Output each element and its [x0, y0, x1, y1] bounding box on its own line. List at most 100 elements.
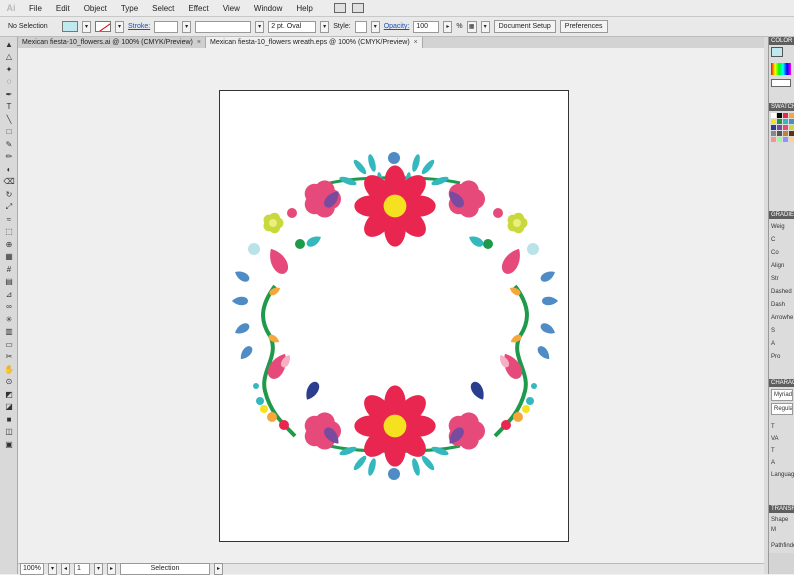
- kerning-icon[interactable]: VA: [771, 433, 792, 445]
- opacity-dropdown[interactable]: ▸: [443, 20, 453, 33]
- style-swatch[interactable]: [354, 20, 367, 33]
- swatch[interactable]: [789, 131, 794, 136]
- eraser-tool-icon[interactable]: ⌫: [3, 177, 15, 187]
- teal-drop[interactable]: [305, 233, 323, 248]
- tulip-right[interactable]: [499, 245, 526, 277]
- eyedropper-tool-icon[interactable]: ⊿: [3, 289, 15, 299]
- teal-leaf[interactable]: [367, 457, 378, 476]
- scale-tool-icon[interactable]: ⤢: [3, 202, 15, 212]
- tab-flowers-wreath-eps[interactable]: Mexican fiesta-10_flowers wreath.eps @ 1…: [205, 37, 423, 48]
- variable-width-field[interactable]: [195, 20, 252, 33]
- blue-drop-left[interactable]: [238, 344, 255, 362]
- swatch[interactable]: [783, 125, 788, 130]
- small-pink-dot[interactable]: [493, 208, 503, 218]
- color-panel-header[interactable]: COLOR: [769, 37, 794, 45]
- bottom-flower-center[interactable]: [383, 414, 407, 438]
- direct-selection-tool-icon[interactable]: △: [3, 52, 15, 62]
- vertical-scale-icon[interactable]: T: [771, 445, 792, 457]
- teal-leaf[interactable]: [420, 454, 436, 472]
- screen-mode-tool-icon[interactable]: ▣: [3, 439, 15, 449]
- fill-swatch[interactable]: [62, 21, 78, 32]
- line-segment-tool-icon[interactable]: ╲: [3, 114, 15, 124]
- swatch[interactable]: [783, 113, 788, 118]
- swatches-panel-header[interactable]: SWATCHES: [769, 103, 794, 111]
- preferences-button[interactable]: Preferences: [559, 20, 608, 33]
- perspective-grid-tool-icon[interactable]: ▦: [3, 252, 15, 262]
- swatch[interactable]: [789, 119, 794, 124]
- transform-panel-header[interactable]: TRANSFORM: [769, 505, 794, 513]
- artboard[interactable]: [219, 90, 569, 542]
- blue-drop-left[interactable]: [232, 296, 248, 306]
- shape-builder-tool-icon[interactable]: ⊕: [3, 239, 15, 249]
- zoom-field[interactable]: 100%: [20, 563, 44, 575]
- menu-file[interactable]: File: [22, 0, 49, 17]
- swatch[interactable]: [789, 137, 794, 142]
- fill-dropdown[interactable]: ▾: [82, 20, 91, 33]
- blue-drop-right[interactable]: [542, 296, 558, 306]
- dashed-line-checkbox[interactable]: Dashed: [771, 286, 792, 299]
- selection-tool-icon[interactable]: ▲: [3, 39, 15, 49]
- teal-drop[interactable]: [467, 233, 485, 248]
- stroke-label[interactable]: Stroke:: [128, 23, 150, 30]
- opacity-field[interactable]: 100: [413, 20, 440, 33]
- small-orange-dot[interactable]: [267, 412, 277, 422]
- tiny-teal-dot[interactable]: [253, 383, 259, 389]
- menu-edit[interactable]: Edit: [49, 0, 77, 17]
- menu-type[interactable]: Type: [114, 0, 145, 17]
- top-flower-center[interactable]: [383, 194, 407, 218]
- rectangle-tool-icon[interactable]: □: [3, 127, 15, 137]
- blob-brush-tool-icon[interactable]: ◐: [3, 164, 15, 174]
- small-orange-dot[interactable]: [513, 412, 523, 422]
- swatch[interactable]: [777, 131, 782, 136]
- blue-drop-right[interactable]: [539, 321, 557, 336]
- stroke-weight-field[interactable]: [154, 20, 179, 33]
- swatch[interactable]: [789, 113, 794, 118]
- pencil-tool-icon[interactable]: ✏: [3, 152, 15, 162]
- small-red-dot[interactable]: [501, 420, 511, 430]
- slice-tool-icon[interactable]: ✂: [3, 352, 15, 362]
- light-teal-dot[interactable]: [248, 243, 260, 255]
- teal-leaf[interactable]: [411, 457, 422, 476]
- swatch[interactable]: [777, 119, 782, 124]
- gradient-tool-icon[interactable]: ▤: [3, 277, 15, 287]
- canvas-area[interactable]: [18, 48, 764, 563]
- blue-drop-right[interactable]: [539, 268, 557, 283]
- tiny-teal-dot[interactable]: [531, 383, 537, 389]
- swatch[interactable]: [789, 125, 794, 130]
- variable-width-dropdown[interactable]: ▾: [255, 20, 265, 33]
- small-pink-dot[interactable]: [287, 208, 297, 218]
- light-teal-dot[interactable]: [527, 243, 539, 255]
- swatch[interactable]: [783, 137, 788, 142]
- stroke-weight-dropdown[interactable]: ▾: [182, 20, 192, 33]
- font-family-field[interactable]: Myriad P: [771, 389, 793, 401]
- font-size-icon[interactable]: T: [771, 421, 792, 433]
- teal-leaf[interactable]: [411, 153, 422, 172]
- draw-mode-tool-icon[interactable]: ◫: [3, 427, 15, 437]
- lasso-tool-icon[interactable]: ◌: [3, 77, 15, 87]
- symbol-sprayer-tool-icon[interactable]: ✳: [3, 314, 15, 324]
- artboard-number-field[interactable]: 1: [74, 563, 90, 575]
- bottom-dot[interactable]: [388, 468, 400, 480]
- brush-dropdown[interactable]: ▾: [320, 20, 330, 33]
- small-teal-dot[interactable]: [256, 397, 264, 405]
- tab-flowers-ai[interactable]: Mexican fiesta-10_flowers.ai @ 100% (CMY…: [18, 37, 206, 48]
- opacity-label[interactable]: Opacity:: [384, 23, 410, 30]
- font-style-field[interactable]: Regular: [771, 403, 793, 415]
- stroke-dropdown[interactable]: ▾: [115, 20, 124, 33]
- blend-tool-icon[interactable]: ∞: [3, 302, 15, 312]
- swatch[interactable]: [771, 125, 776, 130]
- teal-leaf[interactable]: [352, 454, 368, 472]
- flower-wreath-artwork[interactable]: [220, 91, 570, 543]
- swatch[interactable]: [771, 113, 776, 118]
- teal-leaf[interactable]: [420, 158, 436, 176]
- gradient-panel-header[interactable]: GRADIENT: [769, 211, 794, 219]
- arrange-documents-icon[interactable]: [351, 3, 364, 13]
- swatch[interactable]: [771, 119, 776, 124]
- prev-artboard-icon[interactable]: ◂: [61, 563, 70, 575]
- close-icon[interactable]: ×: [414, 37, 418, 48]
- small-green-dot[interactable]: [295, 239, 305, 249]
- navy-swirl[interactable]: [468, 380, 487, 403]
- navy-swirl[interactable]: [302, 380, 321, 403]
- mesh-tool-icon[interactable]: #: [3, 264, 15, 274]
- color-mode-tool-icon[interactable]: ■: [3, 414, 15, 424]
